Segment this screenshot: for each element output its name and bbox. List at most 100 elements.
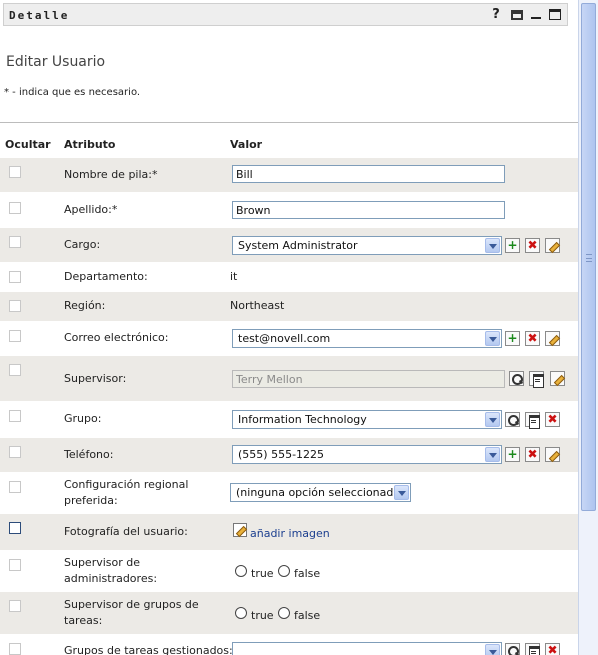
task-group-manager-false-radio[interactable] — [278, 607, 290, 619]
email-select[interactable]: test@novell.com — [232, 329, 502, 348]
scrollbar-grip-icon — [586, 254, 592, 262]
add-image-link[interactable]: añadir imagen — [250, 527, 330, 540]
admin-manager-label-line1: Supervisor de — [64, 556, 141, 569]
delete-icon[interactable]: ✖ — [525, 331, 540, 346]
hide-checkbox-locale[interactable] — [9, 481, 21, 493]
add-icon[interactable]: + — [505, 331, 520, 346]
hide-checkbox-first-name[interactable] — [9, 166, 21, 178]
edit-icon[interactable] — [545, 331, 560, 346]
column-header-hide: Ocultar — [5, 138, 51, 151]
first-name-label: Nombre de pila:* — [64, 168, 158, 181]
row-manager: Supervisor: — [0, 356, 578, 401]
email-label: Correo electrónico: — [64, 331, 169, 344]
search-icon[interactable] — [509, 371, 524, 386]
minimize-icon[interactable] — [531, 17, 541, 19]
edit-icon[interactable] — [545, 238, 560, 253]
row-region: Región: Northeast — [0, 292, 578, 321]
admin-manager-true-radio[interactable] — [235, 565, 247, 577]
edit-icon[interactable] — [545, 447, 560, 462]
history-icon[interactable] — [529, 371, 544, 388]
hide-checkbox-email[interactable] — [9, 330, 21, 342]
admin-manager-false-radio[interactable] — [278, 565, 290, 577]
column-header-value: Valor — [230, 138, 263, 151]
hide-checkbox-manager[interactable] — [9, 364, 21, 376]
hide-checkbox-group[interactable] — [9, 410, 21, 422]
task-group-manager-false-label: false — [294, 609, 321, 622]
edit-icon[interactable] — [550, 371, 565, 386]
add-icon[interactable]: + — [505, 238, 520, 253]
row-email: Correo electrónico: test@novell.com + ✖ — [0, 321, 578, 356]
group-select[interactable]: Information Technology — [232, 410, 502, 429]
pencil-icon[interactable] — [233, 523, 247, 537]
chevron-down-icon[interactable] — [485, 447, 500, 462]
detail-window: Detalle ? Editar Usuario * - indica que … — [0, 0, 578, 655]
department-label: Departamento: — [64, 270, 148, 283]
history-icon[interactable] — [525, 643, 540, 655]
region-label: Región: — [64, 299, 106, 312]
locale-select[interactable]: (ninguna opción seleccionada) — [230, 483, 411, 502]
manager-label: Supervisor: — [64, 372, 127, 385]
row-department: Departamento: it — [0, 262, 578, 292]
hide-checkbox-admin-manager[interactable] — [9, 559, 21, 571]
manager-input — [232, 370, 505, 388]
titlebar-icons: ? — [489, 7, 561, 22]
email-value: test@novell.com — [238, 332, 331, 345]
hide-checkbox-managed-task-groups[interactable] — [9, 643, 21, 655]
first-name-input[interactable] — [232, 165, 505, 183]
search-icon[interactable] — [505, 643, 520, 655]
phone-value: (555) 555-1225 — [238, 448, 325, 461]
task-group-manager-true-label: true — [251, 609, 274, 622]
title-label: Cargo: — [64, 238, 101, 251]
phone-label: Teléfono: — [64, 448, 114, 461]
hide-checkbox-region[interactable] — [9, 300, 21, 312]
chevron-down-icon[interactable] — [485, 412, 500, 427]
title-value: System Administrator — [238, 239, 358, 252]
region-value: Northeast — [230, 299, 285, 312]
search-icon[interactable] — [505, 412, 520, 427]
row-title: Cargo: System Administrator + ✖ — [0, 228, 578, 262]
admin-manager-true-label: true — [251, 567, 274, 580]
hide-checkbox-department[interactable] — [9, 271, 21, 283]
add-icon[interactable]: + — [505, 447, 520, 462]
row-group: Grupo: Information Technology ✖ — [0, 401, 578, 438]
last-name-input[interactable] — [232, 201, 505, 219]
column-header-attribute: Atributo — [64, 138, 116, 151]
managed-task-groups-label: Grupos de tareas gestionados: — [64, 644, 233, 655]
scrollbar-thumb[interactable] — [581, 3, 596, 511]
locale-value: (ninguna opción seleccionada) — [236, 486, 405, 499]
locale-label-line1: Configuración regional — [64, 478, 189, 491]
row-last-name: Apellido:* — [0, 192, 578, 228]
task-group-manager-true-radio[interactable] — [235, 607, 247, 619]
row-photo: Fotografía del usuario: añadir imagen — [0, 514, 578, 550]
maximize-icon[interactable] — [549, 9, 561, 20]
row-task-group-manager: Supervisor de grupos de tareas: true fal… — [0, 592, 578, 634]
history-icon[interactable] — [525, 412, 540, 429]
titlebar: Detalle ? — [3, 3, 568, 26]
delete-icon[interactable]: ✖ — [545, 643, 560, 655]
delete-icon[interactable]: ✖ — [525, 238, 540, 253]
hide-checkbox-last-name[interactable] — [9, 202, 21, 214]
print-icon[interactable] — [511, 10, 523, 20]
hide-checkbox-phone[interactable] — [9, 446, 21, 458]
last-name-label: Apellido:* — [64, 203, 118, 216]
hide-checkbox-photo[interactable] — [9, 522, 21, 534]
managed-task-groups-select[interactable] — [232, 642, 502, 655]
department-value: it — [230, 270, 238, 283]
row-admin-manager: Supervisor de administradores: true fals… — [0, 550, 578, 592]
help-icon[interactable]: ? — [489, 7, 503, 22]
row-phone: Teléfono: (555) 555-1225 + ✖ — [0, 438, 578, 472]
locale-label-line2: preferida: — [64, 494, 118, 507]
chevron-down-icon[interactable] — [394, 485, 409, 500]
chevron-down-icon[interactable] — [485, 644, 500, 655]
chevron-down-icon[interactable] — [485, 331, 500, 346]
phone-select[interactable]: (555) 555-1225 — [232, 445, 502, 464]
chevron-down-icon[interactable] — [485, 238, 500, 253]
title-select[interactable]: System Administrator — [232, 236, 502, 255]
delete-icon[interactable]: ✖ — [545, 412, 560, 427]
row-first-name: Nombre de pila:* — [0, 158, 578, 192]
required-note: * - indica que es necesario. — [4, 87, 141, 98]
delete-icon[interactable]: ✖ — [525, 447, 540, 462]
hide-checkbox-title[interactable] — [9, 236, 21, 248]
hide-checkbox-task-group-manager[interactable] — [9, 600, 21, 612]
vertical-scrollbar[interactable] — [578, 0, 598, 655]
